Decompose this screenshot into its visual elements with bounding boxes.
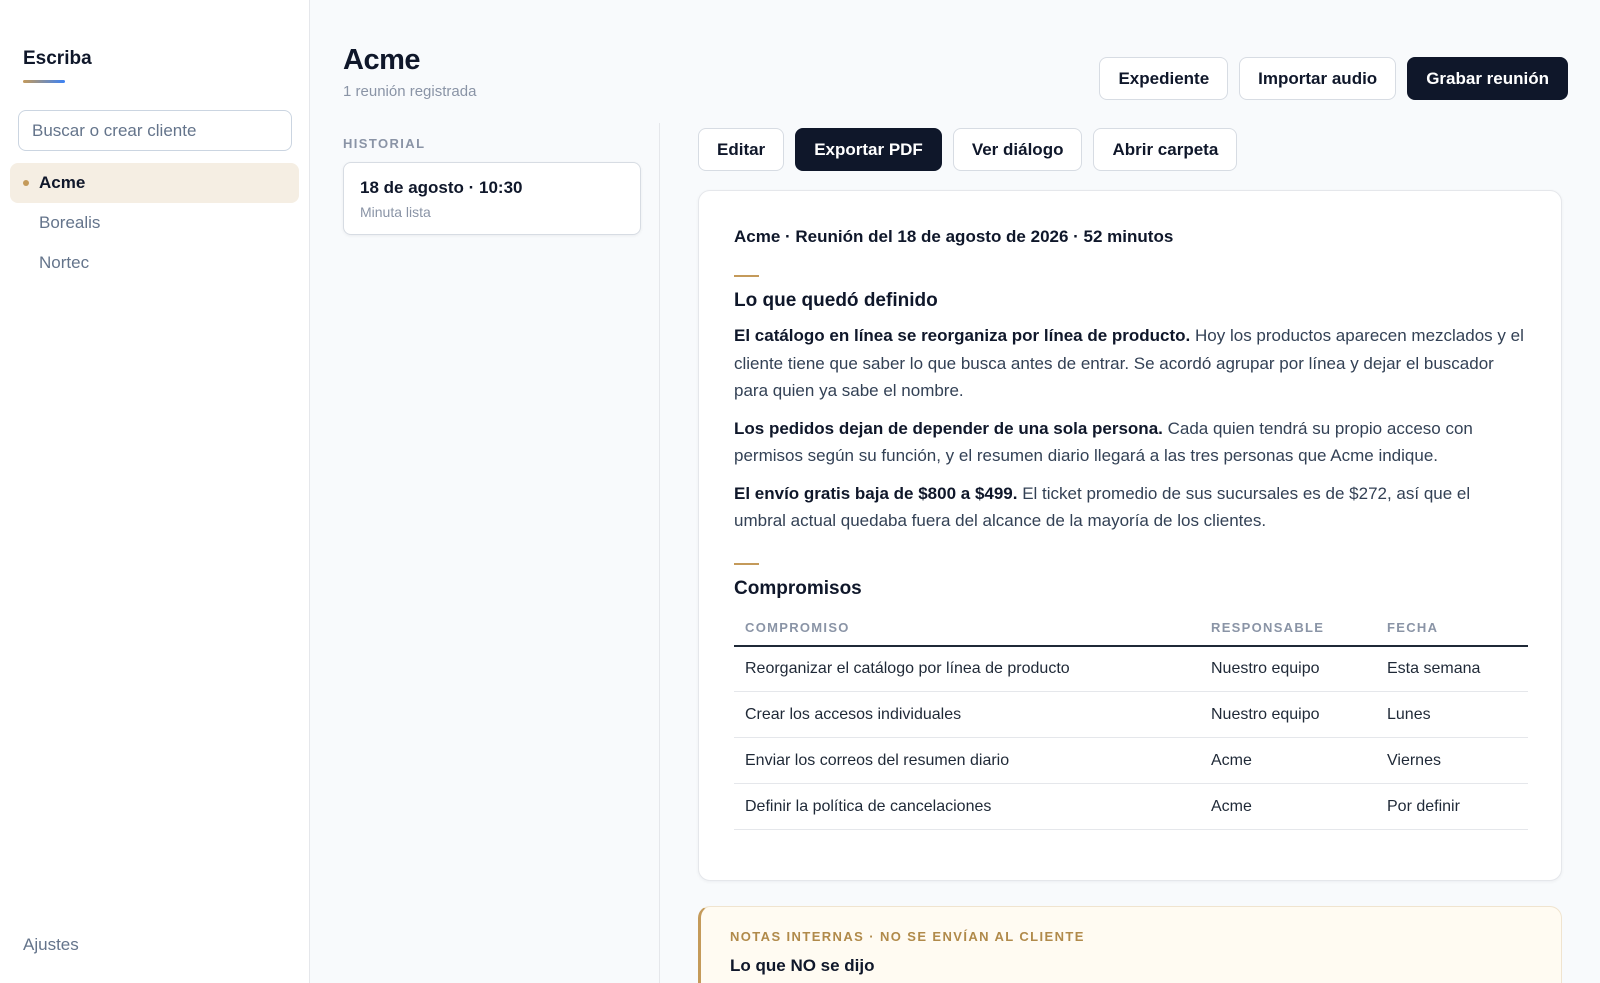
client-search-input[interactable] (18, 110, 292, 151)
table-cell: Viernes (1376, 737, 1528, 784)
table-cell: Lunes (1376, 691, 1528, 738)
decision-lead: El catálogo en línea se reorganiza por l… (734, 326, 1191, 345)
table-cell: Por definir (1376, 783, 1528, 830)
import-audio-button[interactable]: Importar audio (1239, 57, 1397, 100)
brand-name: Escriba (23, 48, 92, 69)
table-row: Definir la política de cancelaciones Acm… (734, 783, 1528, 830)
meeting-count: 1 reunión registrada (343, 83, 477, 100)
history-panel: HISTORIAL 18 de agosto · 10:30 Minuta li… (343, 136, 641, 235)
column-header: FECHA (1376, 611, 1528, 647)
table-cell: Crear los accesos individuales (734, 691, 1200, 738)
table-cell: Reorganizar el catálogo por línea de pro… (734, 645, 1200, 692)
client-item-label: Borealis (39, 213, 101, 232)
table-row: Reorganizar el catálogo por línea de pro… (734, 645, 1528, 692)
client-header: Acme 1 reunión registrada (343, 44, 476, 100)
section-title-defined: Lo que quedó definido (734, 290, 938, 311)
history-item-status: Minuta lista (360, 204, 431, 220)
header-actions: Expediente Importar audio Grabar reunión (1099, 57, 1568, 100)
expediente-button[interactable]: Expediente (1099, 57, 1229, 100)
document-heading: Acme · Reunión del 18 de agosto de 2026 … (734, 227, 1174, 246)
table-cell: Acme (1200, 783, 1376, 830)
client-item-label: Nortec (39, 253, 90, 272)
table-cell: Nuestro equipo (1200, 645, 1376, 692)
table-cell: Esta semana (1376, 645, 1528, 692)
app-root: Escriba Acme Borealis Nortec Ajustes Acm… (0, 0, 1600, 983)
decision-lead: Los pedidos dejan de depender de una sol… (734, 418, 1163, 438)
history-item[interactable]: 18 de agosto · 10:30 Minuta lista (343, 162, 641, 235)
main-area: Acme 1 reunión registrada Expediente Imp… (310, 0, 1600, 983)
table-row: Enviar los correos del resumen diario Ac… (734, 737, 1528, 784)
decision-paragraph: Los pedidos dejan de depender de una sol… (734, 415, 1526, 470)
minutes-document: Acme · Reunión del 18 de agosto de 2026 … (698, 190, 1562, 881)
internal-notes-card: NOTAS INTERNAS · NO SE ENVÍAN AL CLIENTE… (698, 906, 1562, 983)
client-item-borealis[interactable]: Borealis (10, 203, 299, 243)
brand: Escriba (10, 0, 299, 85)
table-row: Crear los accesos individuales Nuestro e… (734, 691, 1528, 738)
document-toolbar: Editar Exportar PDF Ver diálogo Abrir ca… (698, 128, 1562, 171)
section-title-commitments: Compromisos (734, 577, 862, 599)
edit-button[interactable]: Editar (698, 128, 785, 171)
client-item-nortec[interactable]: Nortec (10, 243, 299, 283)
table-cell: Acme (1200, 737, 1376, 784)
section-rule (734, 562, 759, 565)
internal-notes-label: NOTAS INTERNAS · NO SE ENVÍAN AL CLIENTE (730, 929, 1085, 944)
document-panel: Editar Exportar PDF Ver diálogo Abrir ca… (698, 128, 1562, 983)
commitments-table: COMPROMISO RESPONSABLE FECHA Reorganizar… (734, 611, 1528, 830)
history-item-date: 18 de agosto · 10:30 (360, 178, 523, 197)
column-header: COMPROMISO (734, 611, 1200, 647)
page-title: Acme (343, 44, 421, 76)
table-cell: Nuestro equipo (1200, 691, 1376, 738)
view-dialog-button[interactable]: Ver diálogo (952, 128, 1083, 171)
brand-underline (23, 80, 65, 83)
column-divider (659, 123, 660, 983)
section-rule (734, 275, 759, 277)
decision-paragraph: El catálogo en línea se reorganiza por l… (734, 322, 1526, 405)
table-cell: Definir la política de cancelaciones (734, 783, 1200, 830)
client-item-label: Acme (39, 173, 86, 192)
client-item-acme[interactable]: Acme (10, 163, 299, 203)
decision-lead: El envío gratis baja de $800 a $499. (734, 483, 1018, 503)
column-header: RESPONSABLE (1200, 611, 1376, 647)
open-folder-button[interactable]: Abrir carpeta (1093, 128, 1238, 171)
record-meeting-button[interactable]: Grabar reunión (1407, 57, 1568, 100)
sidebar: Escriba Acme Borealis Nortec Ajustes (0, 0, 310, 983)
decision-paragraph: El envío gratis baja de $800 a $499. El … (734, 480, 1526, 535)
history-label: HISTORIAL (343, 136, 426, 151)
export-pdf-button[interactable]: Exportar PDF (795, 128, 942, 171)
settings-link[interactable]: Ajustes (23, 935, 79, 955)
active-dot-icon (23, 180, 29, 186)
internal-notes-title: Lo que NO se dijo (730, 956, 875, 975)
table-cell: Enviar los correos del resumen diario (734, 737, 1200, 784)
table-header-row: COMPROMISO RESPONSABLE FECHA (734, 611, 1528, 647)
